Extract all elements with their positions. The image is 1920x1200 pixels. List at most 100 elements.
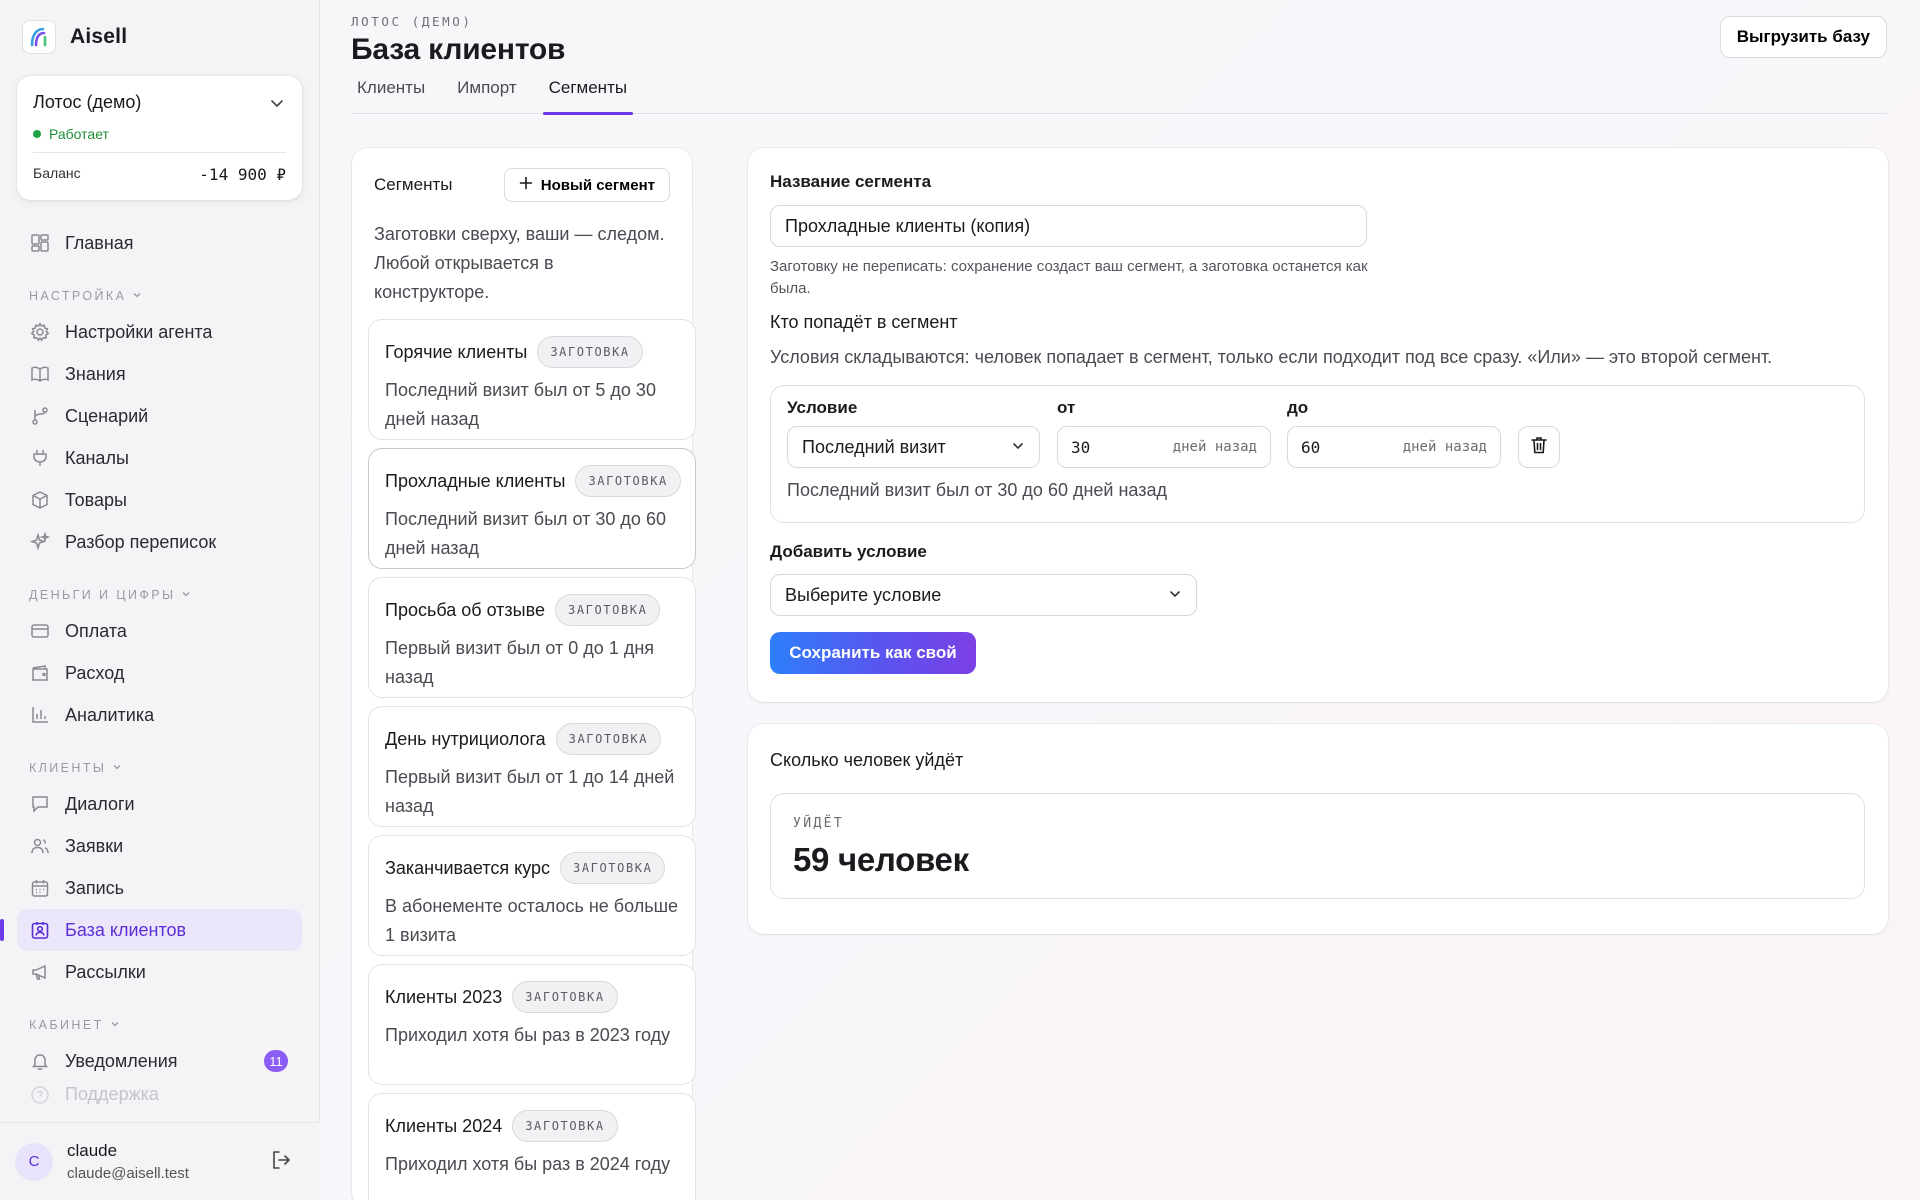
sparkle-icon	[29, 531, 51, 553]
nav-section-clients[interactable]: КЛИЕНТЫ	[17, 736, 302, 783]
to-days-input[interactable]: 60 дней назад	[1287, 426, 1501, 468]
add-condition-select[interactable]: Выберите условие	[770, 574, 1197, 616]
segment-card[interactable]: Просьба об отзыве ЗАГОТОВКА Первый визит …	[368, 577, 696, 698]
segment-card[interactable]: Горячие клиенты ЗАГОТОВКА Последний визит…	[368, 319, 696, 440]
user-bar: C claude claude@aisell.test	[0, 1122, 320, 1200]
sidebar-item-client-base[interactable]: База клиентов	[0, 909, 302, 951]
users-icon	[29, 835, 51, 857]
sidebar-item-mailings[interactable]: Рассылки	[17, 951, 302, 993]
segment-card[interactable]: Заканчивается курс ЗАГОТОВКА В абонементе…	[368, 835, 696, 956]
delete-condition-button[interactable]	[1518, 426, 1560, 468]
org-name: Лотос (демо)	[33, 92, 142, 112]
segment-name-input[interactable]: Прохладные клиенты (копия)	[770, 205, 1367, 247]
save-as-own-button[interactable]: Сохранить как свой	[770, 632, 976, 674]
sidebar-item-dialogs[interactable]: Диалоги	[17, 783, 302, 825]
sidebar-item-scenario[interactable]: Сценарий	[17, 395, 302, 437]
nav-section-label: НАСТРОЙКА	[29, 289, 127, 303]
segments-title: Сегменты	[374, 175, 453, 194]
template-badge: ЗАГОТОВКА	[575, 465, 681, 497]
sidebar-item-label: Главная	[65, 232, 134, 253]
condition-field-select[interactable]: Последний визит	[787, 426, 1040, 468]
chevron-down-icon	[270, 96, 284, 115]
condition-field-value: Последний визит	[802, 436, 946, 457]
tab-import[interactable]: Импорт	[451, 72, 522, 114]
balance-value: -14 900 ₽	[199, 165, 286, 184]
sidebar-item-expense[interactable]: Расход	[17, 652, 302, 694]
add-condition-label: Добавить условие	[770, 542, 927, 561]
sidebar-item-label: Оплата	[65, 620, 127, 641]
org-switcher[interactable]: Лотос (демо) Работает Баланс -14 900 ₽	[17, 76, 302, 200]
segment-card[interactable]: Клиенты 2024 ЗАГОТОВКА Приходил хотя бы р…	[368, 1093, 696, 1200]
sidebar-item-label: Настройки агента	[65, 321, 213, 342]
segment-name: День нутрициолога	[385, 728, 546, 749]
app-name: Aisell	[70, 25, 128, 48]
nav-section-cabinet[interactable]: КАБИНЕТ	[17, 993, 302, 1040]
sidebar: Aisell Лотос (демо) Работает Баланс -14 …	[0, 0, 320, 1200]
segment-card[interactable]: Прохладные клиенты ЗАГОТОВКА Последний ви…	[368, 448, 696, 569]
sidebar-item-support[interactable]: Поддержка	[17, 1082, 302, 1108]
sidebar-item-label: Уведомления	[65, 1050, 178, 1071]
help-circle-icon	[29, 1084, 51, 1106]
sidebar-item-label: Аналитика	[65, 704, 155, 725]
segment-name: Горячие клиенты	[385, 341, 528, 362]
segment-card[interactable]: День нутрициолога ЗАГОТОВКА Первый визит …	[368, 706, 696, 827]
notifications-count-badge: 11	[264, 1050, 288, 1072]
nav-section-label: ДЕНЬГИ И ЦИФРЫ	[29, 588, 176, 602]
sidebar-item-products[interactable]: Товары	[17, 479, 302, 521]
divider	[33, 152, 286, 153]
condition-label: Условие	[787, 398, 858, 417]
audience-count-value: 59 человек	[793, 841, 969, 878]
balance-label: Баланс	[33, 165, 81, 181]
sidebar-item-payment[interactable]: Оплата	[17, 610, 302, 652]
export-base-button[interactable]: Выгрузить базу	[1719, 16, 1887, 58]
sidebar-item-channels[interactable]: Каналы	[17, 437, 302, 479]
segment-description: Первый визит был от 1 до 14 дней назад	[385, 767, 675, 816]
wallet-icon	[29, 662, 51, 684]
sidebar-item-agent-settings[interactable]: Настройки агента	[17, 311, 302, 353]
tab-segments[interactable]: Сегменты	[542, 72, 634, 115]
segment-name: Клиенты 2023	[385, 986, 503, 1007]
sidebar-item-chat-review[interactable]: Разбор переписок	[17, 521, 302, 563]
new-segment-label: Новый сегмент	[540, 176, 655, 194]
sidebar-item-label: Заявки	[65, 835, 124, 856]
conditions-description: Условия складываются: человек попадает в…	[770, 347, 1773, 367]
sidebar-nav: Главная НАСТРОЙКА Настройки агента Знани…	[0, 222, 302, 1108]
to-days-unit: дней назад	[1402, 439, 1487, 455]
segment-description: Приходил хотя бы раз в 2023 году	[385, 1025, 671, 1045]
credit-card-icon	[29, 620, 51, 642]
chevron-down-icon	[112, 761, 122, 775]
sidebar-item-notifications[interactable]: Уведомления 11	[17, 1040, 302, 1082]
segment-description: Последний визит был от 30 до 60 дней наз…	[385, 509, 666, 558]
plus-icon	[519, 176, 533, 194]
sidebar-item-label: Товары	[65, 489, 127, 510]
nav-section-settings[interactable]: НАСТРОЙКА	[17, 264, 302, 311]
page-eyebrow: ЛОТОС (ДЕМО)	[351, 14, 473, 29]
tab-clients[interactable]: Клиенты	[351, 72, 431, 114]
logout-icon[interactable]	[270, 1149, 292, 1176]
user-email: claude@aisell.test	[67, 1165, 189, 1182]
segment-name: Просьба об отзыве	[385, 599, 545, 620]
sidebar-item-booking[interactable]: Запись	[17, 867, 302, 909]
bell-icon	[29, 1050, 51, 1072]
segments-header: Сегменты Новый сегмент	[374, 168, 670, 202]
new-segment-button[interactable]: Новый сегмент	[503, 168, 670, 202]
sidebar-item-requests[interactable]: Заявки	[17, 825, 302, 867]
sidebar-item-analytics[interactable]: Аналитика	[17, 694, 302, 736]
bar-chart-icon	[29, 704, 51, 726]
from-days-input[interactable]: 30 дней назад	[1057, 426, 1271, 468]
chevron-down-icon	[1011, 437, 1025, 458]
sidebar-item-label: Знания	[65, 363, 126, 384]
branch-icon	[29, 405, 51, 427]
audience-count-title: Сколько человек уйдёт	[770, 750, 964, 770]
sidebar-item-label: Запись	[65, 877, 125, 898]
avatar[interactable]: C	[15, 1142, 53, 1181]
brand[interactable]: Aisell	[22, 20, 127, 54]
chevron-down-icon	[1168, 585, 1182, 606]
sidebar-item-home[interactable]: Главная	[17, 222, 302, 264]
segment-card[interactable]: Клиенты 2023 ЗАГОТОВКА Приходил хотя бы р…	[368, 964, 696, 1085]
sidebar-item-knowledge[interactable]: Знания	[17, 353, 302, 395]
segment-name: Клиенты 2024	[385, 1115, 503, 1136]
audience-count-eyebrow: УЙДЁТ	[793, 816, 845, 831]
nav-section-money[interactable]: ДЕНЬГИ И ЦИФРЫ	[17, 563, 302, 610]
chevron-down-icon	[132, 289, 142, 303]
